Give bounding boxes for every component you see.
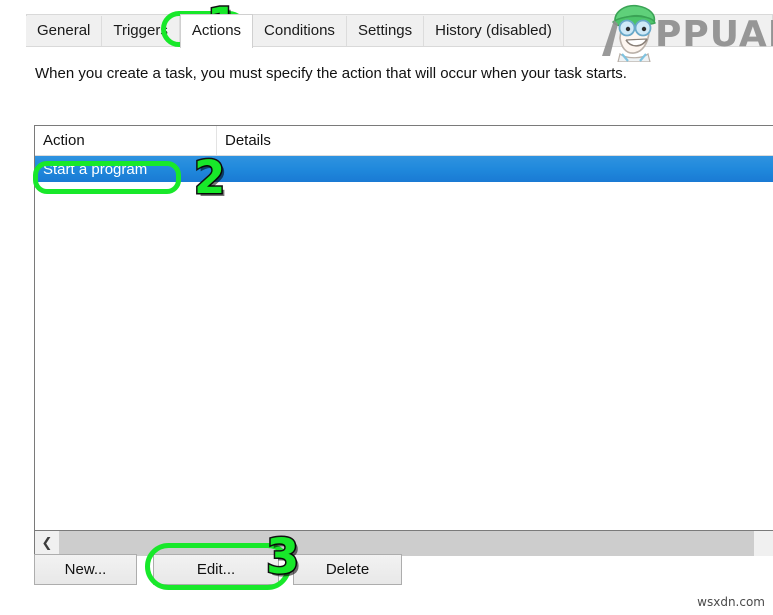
panel-top-divider	[26, 46, 773, 47]
tab-settings[interactable]: Settings	[346, 16, 425, 46]
edit-button[interactable]: Edit...	[153, 554, 279, 585]
tab-triggers-label: Triggers	[113, 22, 168, 39]
column-header-action[interactable]: Action	[35, 126, 217, 155]
table-row[interactable]: Start a program	[35, 156, 773, 182]
tab-actions-label: Actions	[191, 22, 242, 39]
tab-settings-label: Settings	[357, 22, 413, 39]
scrollbar-thumb[interactable]	[59, 531, 754, 556]
new-button[interactable]: New...	[34, 554, 137, 585]
column-header-details[interactable]: Details	[217, 126, 773, 155]
panel-description: When you create a task, you must specify…	[35, 65, 627, 82]
tab-list: General Triggers Actions Conditions Sett…	[26, 14, 564, 48]
tab-history-label: History (disabled)	[435, 22, 552, 39]
tab-general-label: General	[37, 22, 91, 39]
action-buttons: New... Edit... Delete	[34, 554, 402, 585]
tab-conditions[interactable]: Conditions	[253, 16, 347, 46]
horizontal-scrollbar[interactable]: ❮	[34, 531, 773, 556]
actions-list-body: Start a program	[35, 156, 773, 530]
tab-triggers[interactable]: Triggers	[102, 16, 180, 46]
row-action-value: Start a program	[43, 160, 148, 178]
tab-conditions-label: Conditions	[264, 22, 335, 39]
site-watermark: wsxdn.com	[697, 595, 765, 609]
tab-actions[interactable]: Actions	[179, 14, 254, 48]
scrollbar-track[interactable]	[59, 531, 773, 556]
chevron-left-icon[interactable]: ❮	[35, 531, 59, 556]
tab-history[interactable]: History (disabled)	[424, 16, 564, 46]
actions-panel: When you create a task, you must specify…	[0, 46, 773, 615]
actions-list: Action Details Start a program	[34, 125, 773, 531]
actions-list-header: Action Details	[35, 126, 773, 156]
delete-button[interactable]: Delete	[293, 554, 402, 585]
tab-strip: General Triggers Actions Conditions Sett…	[26, 14, 773, 48]
tab-general[interactable]: General	[26, 16, 103, 46]
